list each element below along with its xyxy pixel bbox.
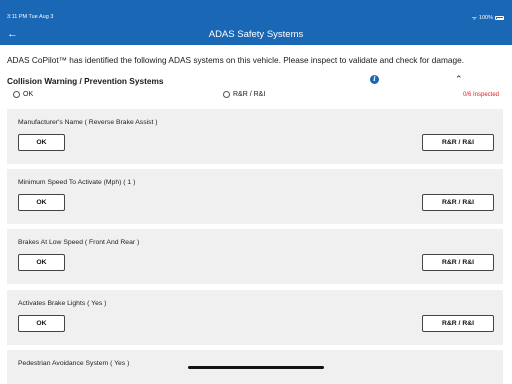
battery-percent: 100% bbox=[478, 15, 493, 21]
status-bar: 3:11 PM Tue Aug 3 ᯤ 100% bbox=[0, 0, 512, 24]
wifi-icon: ᯤ bbox=[471, 16, 477, 22]
ok-button[interactable]: OK bbox=[18, 194, 65, 211]
inspected-status: 0/6 Inspected bbox=[462, 92, 499, 98]
ok-button[interactable]: OK bbox=[18, 315, 65, 332]
intro-text: ADAS CoPilot™ has identified the followi… bbox=[7, 55, 465, 65]
rr-ri-button[interactable]: R&R / R&I bbox=[422, 194, 494, 211]
inspection-card: Activates Brake Lights ( Yes ) OK R&R / … bbox=[7, 290, 503, 345]
page-title: ADAS Safety Systems bbox=[208, 29, 304, 40]
inspection-item-label: Manufacturer's Name ( Reverse Brake Assi… bbox=[18, 119, 158, 126]
home-indicator[interactable] bbox=[188, 366, 324, 369]
radio-rr-label: R&R / R&I bbox=[233, 91, 266, 98]
rr-ri-button[interactable]: R&R / R&I bbox=[422, 134, 494, 151]
inspection-card: Manufacturer's Name ( Reverse Brake Assi… bbox=[7, 109, 503, 164]
radio-ok-label: OK bbox=[23, 91, 34, 98]
radio-circle-icon[interactable] bbox=[13, 91, 20, 98]
radio-circle-icon[interactable] bbox=[223, 91, 230, 98]
inspection-item-label: Minimum Speed To Activate (Mph) ( 1 ) bbox=[18, 179, 136, 186]
status-time: 3:11 PM Tue Aug 3 bbox=[7, 14, 54, 20]
radio-ok-option[interactable]: OK bbox=[13, 91, 33, 98]
inspection-item-label: Pedestrian Avoidance System ( Yes ) bbox=[18, 360, 130, 367]
info-icon[interactable]: i bbox=[370, 75, 379, 84]
inspection-item-label: Activates Brake Lights ( Yes ) bbox=[18, 300, 107, 307]
battery-icon bbox=[495, 16, 504, 20]
nav-bar: ← ADAS Safety Systems bbox=[0, 24, 512, 45]
section-title: Collision Warning / Prevention Systems bbox=[7, 76, 164, 86]
inspection-item-label: Brakes At Low Speed ( Front And Rear ) bbox=[18, 239, 140, 246]
rr-ri-button[interactable]: R&R / R&I bbox=[422, 315, 494, 332]
radio-rr-option[interactable]: R&R / R&I bbox=[223, 91, 265, 98]
inspection-card: Brakes At Low Speed ( Front And Rear ) O… bbox=[7, 229, 503, 284]
ok-button[interactable]: OK bbox=[18, 254, 65, 271]
inspection-card: Minimum Speed To Activate (Mph) ( 1 ) OK… bbox=[7, 169, 503, 224]
status-indicators: ᯤ 100% bbox=[472, 14, 504, 22]
ok-button[interactable]: OK bbox=[18, 134, 65, 151]
rr-ri-button[interactable]: R&R / R&I bbox=[422, 254, 494, 271]
chevron-up-icon[interactable]: ⌃ bbox=[455, 74, 463, 85]
